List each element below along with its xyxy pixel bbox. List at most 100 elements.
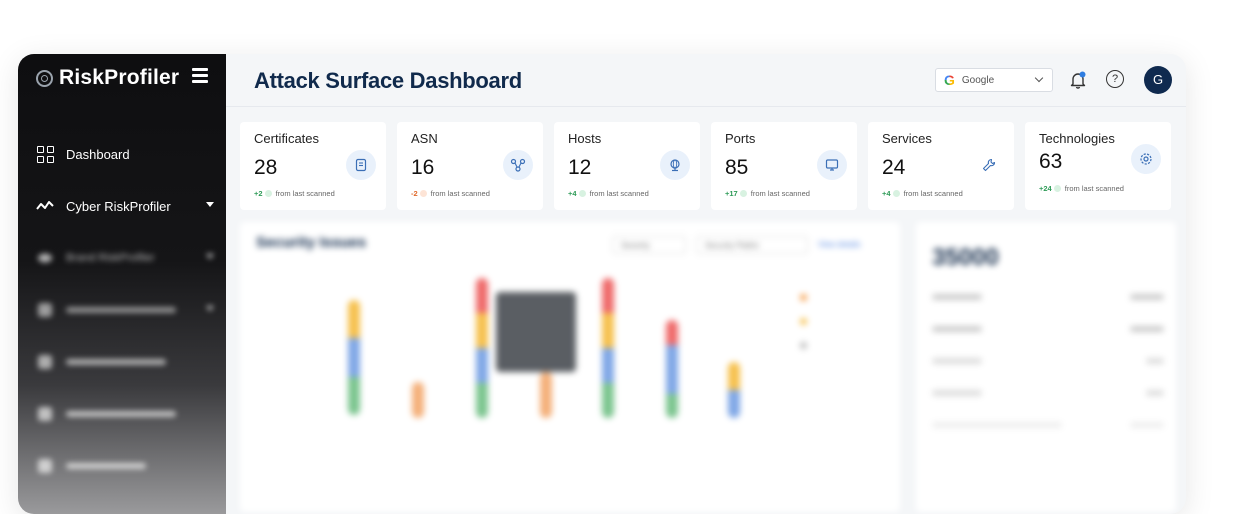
notification-bell-icon[interactable] [1068, 70, 1088, 90]
chart-bar [666, 320, 678, 418]
lower-blurred-section: Security Issues Severity Security Platfo… [240, 222, 1176, 512]
sidebar-item-label: Brand RiskProfiler [66, 252, 155, 264]
totals-big-number: 35000 [932, 244, 999, 271]
chart-bar [348, 300, 360, 415]
brand-logo[interactable]: RiskProfiler [36, 64, 179, 92]
google-logo-icon: G [944, 72, 955, 88]
page-title: Attack Surface Dashboard [254, 68, 522, 93]
sidebar-item-other-1[interactable] [18, 336, 226, 388]
card-certificates[interactable]: Certificates 28 +2 from last scanned [240, 122, 386, 210]
security-issues-panel: Security Issues Severity Security Platfo… [240, 222, 900, 512]
card-delta: +24 from last scanned [1039, 184, 1124, 193]
delta-value: +17 [725, 189, 738, 198]
totals-row [932, 326, 1164, 340]
delta-value: +24 [1039, 184, 1052, 193]
chart-tooltip [496, 292, 576, 372]
delta-suffix: from last scanned [589, 189, 649, 198]
trend-up-icon [1053, 185, 1061, 192]
card-value: 63 [1039, 150, 1063, 173]
help-icon[interactable]: ? [1106, 70, 1124, 88]
chevron-down-icon [206, 202, 214, 207]
network-nodes-icon [503, 150, 533, 180]
delta-suffix: from last scanned [750, 189, 810, 198]
delta-value: +4 [882, 189, 891, 198]
sidebar-item-brand-riskprofiler[interactable]: Brand RiskProfiler [18, 232, 226, 284]
totals-row [932, 294, 1164, 308]
delta-value: +2 [254, 189, 263, 198]
card-asn[interactable]: ASN 16 -2 from last scanned [397, 122, 543, 210]
sidebar-item-other-2[interactable] [18, 388, 226, 440]
card-value: 28 [254, 156, 278, 179]
card-title: Hosts [568, 131, 602, 146]
search-engine-select-value: Google [961, 74, 995, 86]
chevron-down-icon [206, 254, 214, 259]
chart-bar [728, 362, 740, 418]
avatar[interactable]: G [1144, 66, 1172, 94]
sidebar-item-enterprise[interactable] [18, 284, 226, 336]
card-value: 24 [882, 156, 906, 179]
sidebar-item-other-3[interactable] [18, 440, 226, 492]
fingerprint-icon [36, 69, 53, 87]
search-engine-select[interactable]: G Google [935, 68, 1053, 92]
delta-suffix: from last scanned [1064, 184, 1124, 193]
issues-chart [240, 222, 900, 512]
card-title: Certificates [254, 131, 320, 146]
pulse-icon [36, 197, 54, 215]
main-content: Attack Surface Dashboard G Google ? G Ce… [226, 54, 1186, 514]
delta-suffix: from last scanned [275, 189, 335, 198]
card-ports[interactable]: Ports 85 +17 from last scanned [711, 122, 857, 210]
chart-bar [540, 372, 552, 418]
app-window: RiskProfiler Dashboard Cyber RiskProfile… [18, 54, 1186, 514]
dashboard-grid-icon [36, 145, 54, 163]
card-value: 85 [725, 156, 749, 179]
chart-bar [602, 278, 614, 418]
sidebar-item-label-placeholder [66, 359, 166, 365]
sidebar-item-label: Dashboard [66, 146, 130, 162]
sidebar-item-label-placeholder [66, 411, 176, 417]
top-bar: Attack Surface Dashboard G Google ? G [226, 54, 1186, 107]
totals-panel: 35000 [916, 222, 1176, 512]
certificate-icon [346, 150, 376, 180]
sidebar-item-label-placeholder [66, 307, 176, 313]
chevron-down-icon [206, 306, 214, 311]
card-title: ASN [411, 131, 438, 146]
delta-suffix: from last scanned [430, 189, 490, 198]
trend-up-icon [892, 190, 900, 197]
generic-icon [36, 405, 54, 423]
totals-row [932, 390, 1164, 404]
card-title: Ports [725, 131, 756, 146]
delta-suffix: from last scanned [903, 189, 963, 198]
gear-icon [1131, 144, 1161, 174]
card-title: Technologies [1039, 131, 1115, 146]
delta-value: +4 [568, 189, 577, 198]
menu-toggle-icon[interactable] [192, 68, 208, 83]
eye-icon [36, 249, 54, 267]
sidebar-item-dashboard[interactable]: Dashboard [18, 128, 226, 180]
generic-icon [36, 457, 54, 475]
delta-value: -2 [411, 189, 418, 198]
sidebar-item-cyber-riskprofiler[interactable]: Cyber RiskProfiler [18, 180, 226, 232]
legend-item [800, 294, 811, 303]
sidebar-item-label: Cyber RiskProfiler [66, 198, 171, 214]
chevron-down-icon [1034, 73, 1044, 83]
stat-cards: Certificates 28 +2 from last scanned ASN … [240, 122, 1176, 210]
card-delta: +2 from last scanned [254, 189, 335, 198]
sidebar: RiskProfiler Dashboard Cyber RiskProfile… [18, 54, 226, 514]
sidebar-nav: Dashboard Cyber RiskProfiler Brand RiskP… [18, 128, 226, 492]
wrench-icon [974, 150, 1004, 180]
card-delta: +4 from last scanned [568, 189, 649, 198]
legend-item [800, 318, 811, 327]
trend-up-icon [578, 190, 586, 197]
card-hosts[interactable]: Hosts 12 +4 from last scanned [554, 122, 700, 210]
sidebar-item-label-placeholder [66, 463, 146, 469]
globe-icon [660, 150, 690, 180]
trend-up-icon [739, 190, 747, 197]
totals-row [932, 358, 1164, 372]
card-delta: -2 from last scanned [411, 189, 490, 198]
legend-item [800, 342, 811, 351]
chart-bar [412, 382, 424, 418]
totals-row [932, 422, 1164, 436]
trend-up-icon [264, 190, 272, 197]
card-technologies[interactable]: Technologies 63 +24 from last scanned [1025, 122, 1171, 210]
card-services[interactable]: Services 24 +4 from last scanned [868, 122, 1014, 210]
